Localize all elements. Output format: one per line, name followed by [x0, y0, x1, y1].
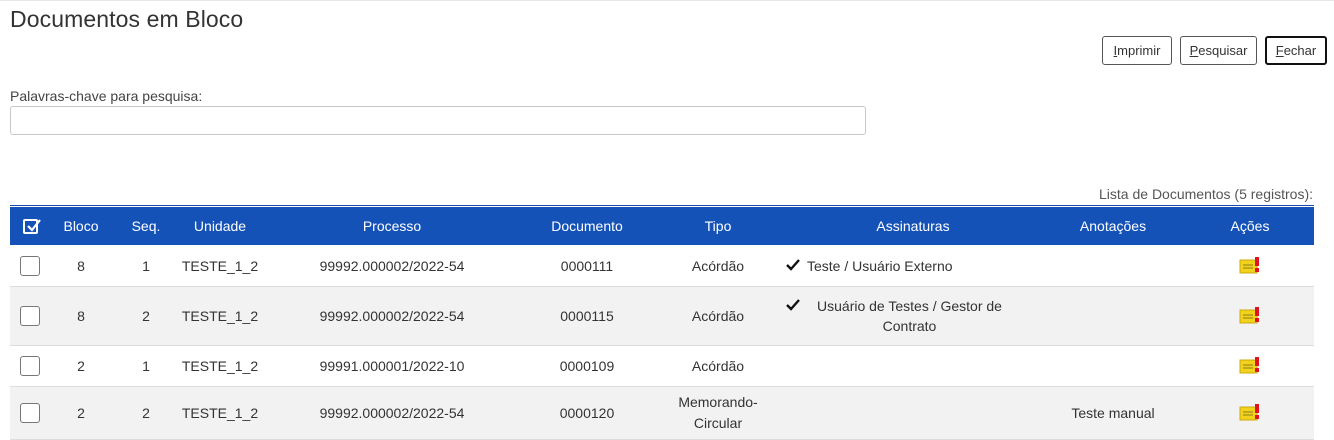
- table-row: 2 2 TESTE_1_2 99992.000002/2022-54 00001…: [10, 386, 1314, 440]
- header-tipo: Tipo: [650, 207, 786, 245]
- cell-anotacoes: [1040, 245, 1186, 287]
- cell-bloco[interactable]: 8: [50, 286, 112, 346]
- header-documento: Documento: [524, 207, 650, 245]
- top-border: [0, 0, 1334, 1]
- header-bloco: Bloco: [50, 207, 112, 245]
- print-button[interactable]: Imprimir: [1102, 36, 1172, 65]
- row-select-cell: [10, 345, 50, 387]
- cell-assinaturas: [786, 345, 1040, 387]
- table-row: 2 1 TESTE_1_2 99991.000001/2022-10 00001…: [10, 345, 1314, 387]
- checkmark-icon: [786, 299, 800, 311]
- cell-bloco[interactable]: 2: [50, 386, 112, 440]
- cell-documento-link[interactable]: 0000109: [524, 345, 650, 387]
- cell-unidade: TESTE_1_2: [180, 286, 260, 346]
- cell-unidade: TESTE_1_2: [180, 345, 260, 387]
- documents-table: Bloco Seq. Unidade Processo Documento Ti…: [10, 207, 1314, 440]
- cell-anotacoes: [1040, 345, 1186, 387]
- close-label: echar: [1283, 43, 1317, 58]
- cell-assinaturas: Usuário de Testes / Gestor de Contrato: [786, 286, 1040, 346]
- close-accesskey: F: [1275, 43, 1284, 58]
- list-caption: Lista de Documentos (5 registros):: [1099, 186, 1313, 202]
- cell-processo-link[interactable]: 99991.000001/2022-10: [260, 345, 524, 387]
- cell-seq: 2: [112, 286, 180, 346]
- cell-processo-link[interactable]: 99992.000002/2022-54: [260, 286, 524, 346]
- cell-acoes: [1186, 345, 1314, 387]
- cell-processo-link[interactable]: 99992.000002/2022-54: [260, 386, 524, 440]
- caption-divider: [10, 205, 1314, 206]
- row-checkbox[interactable]: [20, 403, 40, 423]
- header-processo: Processo: [260, 207, 524, 245]
- cell-tipo: Acórdão: [650, 345, 786, 387]
- header-anotacoes: Anotações: [1040, 207, 1186, 245]
- table-header-row: Bloco Seq. Unidade Processo Documento Ti…: [10, 207, 1314, 245]
- cell-unidade: TESTE_1_2: [180, 386, 260, 440]
- checkbox-checked-icon[interactable]: [22, 219, 41, 235]
- cell-bloco[interactable]: 8: [50, 245, 112, 287]
- header-acoes: Ações: [1186, 207, 1314, 245]
- cell-anotacoes: Teste manual: [1040, 386, 1186, 440]
- cell-unidade: TESTE_1_2: [180, 245, 260, 287]
- checkmark-icon: [786, 258, 800, 271]
- print-label: mprimir: [1117, 43, 1161, 58]
- annotation-note-icon[interactable]: [1239, 256, 1261, 275]
- annotation-note-icon[interactable]: [1239, 357, 1261, 375]
- row-select-cell: [10, 386, 50, 440]
- tipo-text: Memorando-Circular: [678, 394, 758, 431]
- row-checkbox[interactable]: [20, 306, 40, 326]
- cell-anotacoes: [1040, 286, 1186, 346]
- cell-documento-link[interactable]: 0000120: [524, 386, 650, 440]
- cell-assinaturas: Teste / Usuário Externo: [786, 245, 1040, 287]
- cell-seq: 1: [112, 245, 180, 287]
- cell-tipo: Memorando-Circular: [650, 386, 786, 440]
- table-row: 8 2 TESTE_1_2 99992.000002/2022-54 00001…: [10, 286, 1314, 346]
- header-unidade: Unidade: [180, 207, 260, 245]
- signature-text: Teste / Usuário Externo: [807, 257, 953, 274]
- search-button[interactable]: Pesquisar: [1180, 36, 1257, 65]
- table-row: 8 1 TESTE_1_2 99992.000002/2022-54 00001…: [10, 245, 1314, 287]
- cell-acoes: [1186, 245, 1314, 287]
- cell-documento-link[interactable]: 0000111: [524, 245, 650, 287]
- cell-bloco[interactable]: 2: [50, 345, 112, 387]
- cell-seq: 2: [112, 386, 180, 440]
- page-title: Documentos em Bloco: [10, 6, 244, 32]
- cell-tipo: Acórdão: [650, 245, 786, 287]
- search-label: esquisar: [1198, 43, 1248, 58]
- cell-assinaturas: [786, 386, 1040, 440]
- keywords-input[interactable]: [10, 106, 866, 135]
- cell-processo-link[interactable]: 99992.000002/2022-54: [260, 245, 524, 287]
- close-button[interactable]: Fechar: [1265, 36, 1327, 65]
- annotation-note-icon[interactable]: [1239, 404, 1261, 422]
- row-checkbox[interactable]: [20, 255, 40, 276]
- cell-tipo: Acórdão: [650, 286, 786, 346]
- row-select-cell: [10, 245, 50, 287]
- select-all-header: [10, 207, 50, 245]
- cell-documento-link[interactable]: 0000115: [524, 286, 650, 346]
- header-assinaturas: Assinaturas: [786, 207, 1040, 245]
- row-checkbox[interactable]: [20, 356, 40, 376]
- keywords-label: Palavras-chave para pesquisa:: [10, 88, 203, 104]
- header-seq: Seq.: [112, 207, 180, 245]
- annotation-note-icon[interactable]: [1239, 307, 1261, 325]
- signature-text: Usuário de Testes / Gestor de Contrato: [817, 298, 1002, 334]
- search-accesskey: P: [1189, 43, 1199, 58]
- cell-seq: 1: [112, 345, 180, 387]
- cell-acoes: [1186, 286, 1314, 346]
- row-select-cell: [10, 286, 50, 346]
- cell-acoes: [1186, 386, 1314, 440]
